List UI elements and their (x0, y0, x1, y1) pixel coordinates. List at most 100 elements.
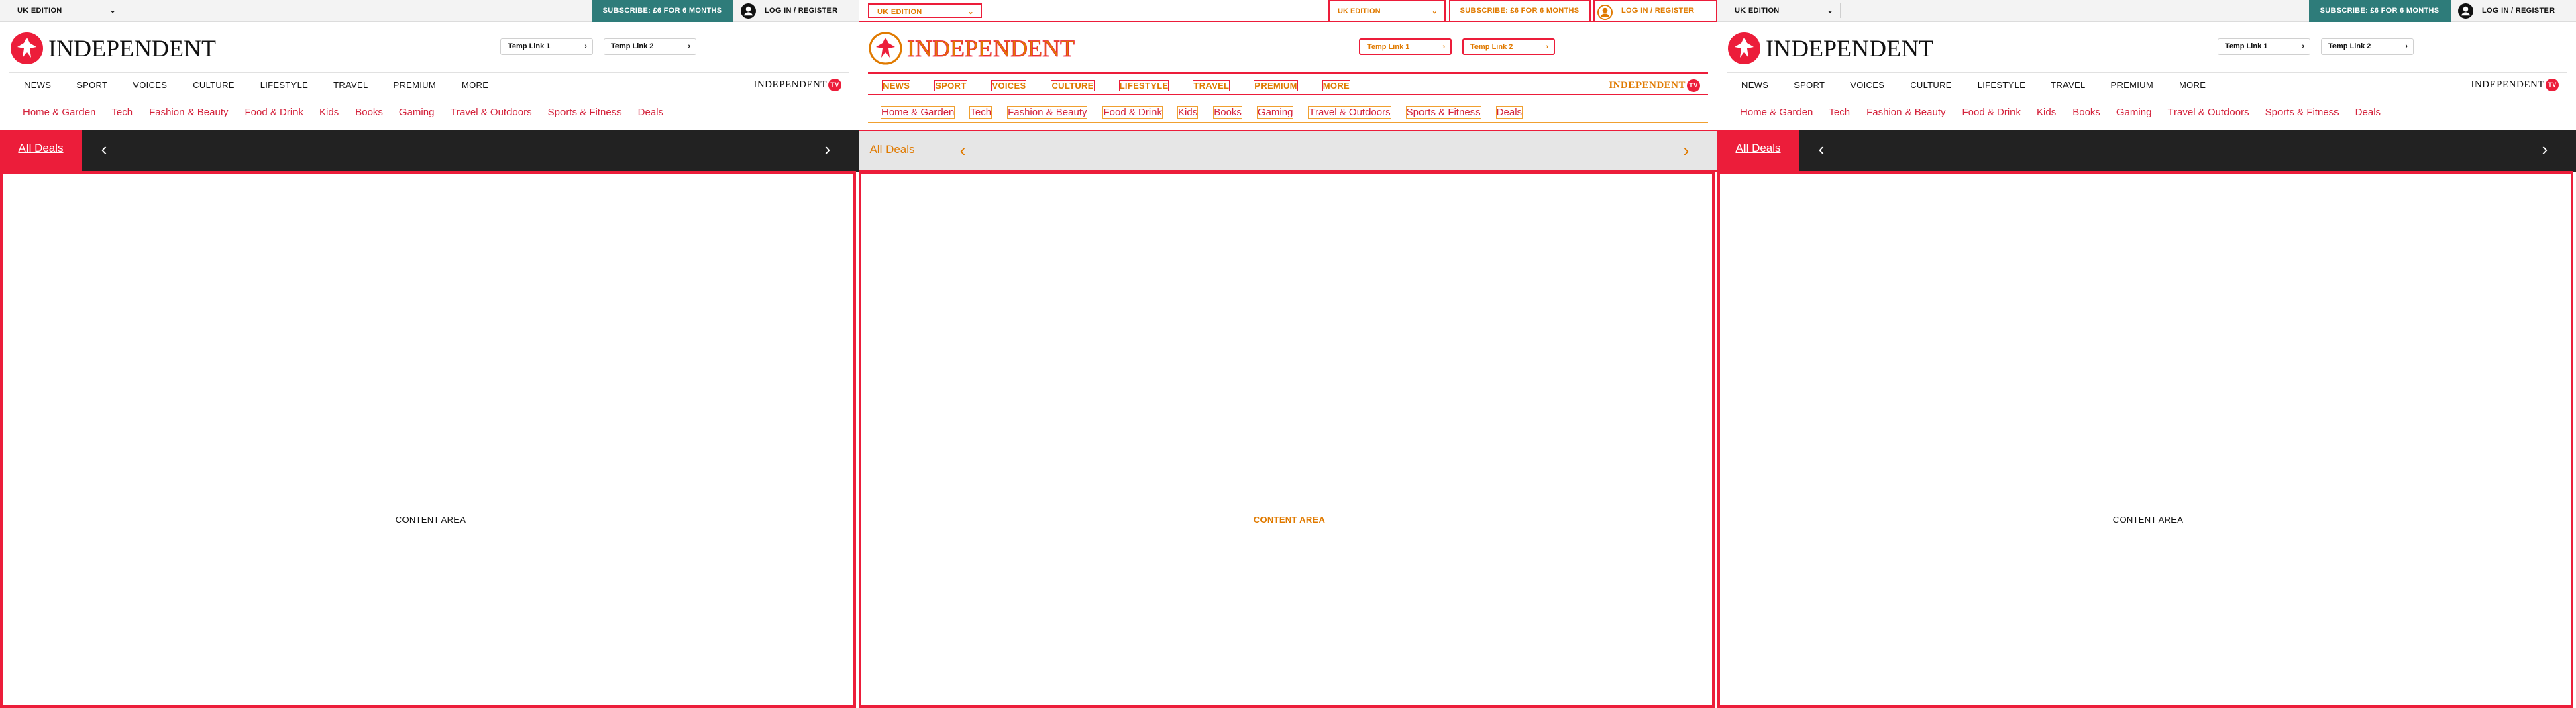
nav-item-sport[interactable]: SPORT (76, 80, 107, 90)
nav-item-travel[interactable]: TRAVEL (1193, 79, 1230, 91)
login-register-link[interactable]: LOG IN / REGISTER (1593, 0, 1717, 22)
deals-item-kids[interactable]: Kids (319, 107, 339, 118)
login-register-link[interactable]: LOG IN / REGISTER (2455, 0, 2555, 22)
nav-item-culture[interactable]: CULTURE (1051, 79, 1095, 91)
nav-item-lifestyle[interactable]: LIFESTYLE (1978, 80, 2025, 90)
temp-link-1[interactable]: Temp Link 1 › (500, 38, 593, 55)
deals-item-sports-fitness[interactable]: Sports & Fitness (2265, 107, 2339, 118)
deals-item-sports-fitness[interactable]: Sports & Fitness (1405, 105, 1481, 119)
nav-item-voices[interactable]: VOICES (133, 80, 167, 90)
independent-logo[interactable]: INDEPENDENT (868, 31, 1103, 66)
deals-item-fashion-beauty[interactable]: Fashion & Beauty (149, 107, 228, 118)
user-icon (1597, 5, 1613, 20)
deals-category-navigation: Home & Garden Tech Fashion & Beauty Food… (868, 101, 1708, 123)
nav-item-more[interactable]: MORE (462, 80, 488, 90)
all-deals-link[interactable]: All Deals (859, 131, 926, 173)
main-navigation: NEWS SPORT VOICES CULTURE LIFESTYLE TRAV… (9, 72, 849, 95)
deals-item-home-garden[interactable]: Home & Garden (880, 105, 955, 119)
nav-item-premium[interactable]: PREMIUM (394, 80, 437, 90)
chevron-right-icon[interactable]: › (2525, 130, 2565, 172)
deals-carousel-bar: All Deals ‹ › (0, 130, 859, 172)
deals-item-sports-fitness[interactable]: Sports & Fitness (548, 107, 622, 118)
edition-selector[interactable]: UK EDITION ⌄ (9, 3, 123, 18)
nav-item-culture[interactable]: CULTURE (193, 80, 235, 90)
all-deals-link[interactable]: All Deals (1717, 130, 1799, 172)
deals-item-travel-outdoors[interactable]: Travel & Outdoors (1308, 105, 1391, 119)
deals-item-fashion-beauty[interactable]: Fashion & Beauty (1007, 105, 1088, 119)
nav-item-premium[interactable]: PREMIUM (1254, 79, 1298, 91)
temp-link-2[interactable]: Temp Link 2 › (2321, 38, 2414, 55)
chevron-down-icon: ⌄ (967, 8, 974, 16)
chevron-left-icon[interactable]: ‹ (84, 130, 124, 172)
temp-link-label: Temp Link 2 (1470, 43, 1513, 51)
nav-item-more[interactable]: MORE (1322, 79, 1351, 91)
content-area: CONTENT AREA (859, 171, 1715, 708)
deals-item-gaming[interactable]: Gaming (1256, 105, 1294, 119)
tv-badge: TV (2546, 79, 2559, 91)
login-label: LOG IN / REGISTER (765, 7, 838, 15)
deals-item-food-drink[interactable]: Food & Drink (244, 107, 303, 118)
nav-item-travel[interactable]: TRAVEL (2051, 80, 2085, 90)
edition-selector-secondary[interactable]: UK EDITION ⌄ (1328, 0, 1446, 22)
nav-item-travel[interactable]: TRAVEL (333, 80, 368, 90)
chevron-left-icon[interactable]: ‹ (943, 131, 983, 173)
nav-item-lifestyle[interactable]: LIFESTYLE (260, 80, 308, 90)
subscribe-button[interactable]: SUBSCRIBE: £6 FOR 6 MONTHS (1449, 0, 1591, 22)
deals-item-books[interactable]: Books (355, 107, 383, 118)
independent-tv-logo[interactable]: INDEPENDENT TV (1609, 79, 1700, 92)
deals-item-gaming[interactable]: Gaming (2116, 107, 2152, 118)
deals-item-tech[interactable]: Tech (1829, 107, 1850, 118)
deals-item-deals[interactable]: Deals (638, 107, 663, 118)
deals-item-deals[interactable]: Deals (2355, 107, 2381, 118)
chevron-right-icon[interactable]: › (1666, 131, 1707, 173)
subscribe-button[interactable]: SUBSCRIBE: £6 FOR 6 MONTHS (592, 0, 733, 22)
login-register-link[interactable]: LOG IN / REGISTER (738, 0, 837, 22)
chevron-down-icon: ⌄ (1431, 7, 1438, 15)
deals-item-kids[interactable]: Kids (2037, 107, 2056, 118)
edition-selector[interactable]: UK EDITION ⌄ (1727, 3, 1841, 18)
deals-item-books[interactable]: Books (1213, 105, 1242, 119)
nav-item-news[interactable]: NEWS (881, 79, 911, 91)
nav-item-news[interactable]: NEWS (1741, 80, 1768, 90)
page-variant-right: UK EDITION ⌄ SUBSCRIBE: £6 FOR 6 MONTHS … (1717, 0, 2576, 708)
deals-item-tech[interactable]: Tech (111, 107, 133, 118)
temp-link-2[interactable]: Temp Link 2 › (604, 38, 696, 55)
nav-item-sport[interactable]: SPORT (934, 79, 967, 91)
deals-carousel-bar: All Deals ‹ › (859, 130, 1717, 172)
deals-item-food-drink[interactable]: Food & Drink (1102, 105, 1163, 119)
deals-item-travel-outdoors[interactable]: Travel & Outdoors (450, 107, 531, 118)
nav-item-lifestyle[interactable]: LIFESTYLE (1118, 79, 1169, 91)
deals-item-home-garden[interactable]: Home & Garden (23, 107, 95, 118)
independent-logo[interactable]: INDEPENDENT (9, 31, 244, 66)
independent-logo[interactable]: INDEPENDENT (1727, 31, 1962, 66)
temp-link-1[interactable]: Temp Link 1 › (1359, 38, 1452, 55)
nav-item-voices[interactable]: VOICES (991, 79, 1027, 91)
nav-item-culture[interactable]: CULTURE (1910, 80, 1952, 90)
temp-link-2[interactable]: Temp Link 2 › (1462, 38, 1555, 55)
deals-item-kids[interactable]: Kids (1177, 105, 1199, 119)
deals-item-deals[interactable]: Deals (1495, 105, 1523, 119)
nav-item-premium[interactable]: PREMIUM (2111, 80, 2154, 90)
deals-item-gaming[interactable]: Gaming (399, 107, 435, 118)
edition-selector[interactable]: UK EDITION ⌄ (868, 3, 982, 18)
chevron-left-icon[interactable]: ‹ (1801, 130, 1841, 172)
chevron-right-icon[interactable]: › (808, 130, 848, 172)
independent-tv-logo[interactable]: INDEPENDENT TV (753, 79, 841, 91)
all-deals-link[interactable]: All Deals (0, 130, 82, 172)
nav-item-sport[interactable]: SPORT (1794, 80, 1825, 90)
deals-item-home-garden[interactable]: Home & Garden (1740, 107, 1813, 118)
nav-item-voices[interactable]: VOICES (1850, 80, 1884, 90)
deals-item-fashion-beauty[interactable]: Fashion & Beauty (1866, 107, 1945, 118)
logo-wordmark: INDEPENDENT (907, 35, 1075, 62)
deals-item-food-drink[interactable]: Food & Drink (1962, 107, 2021, 118)
subscribe-button[interactable]: SUBSCRIBE: £6 FOR 6 MONTHS (2309, 0, 2451, 22)
deals-item-books[interactable]: Books (2072, 107, 2100, 118)
nav-item-news[interactable]: NEWS (24, 80, 51, 90)
deals-carousel-bar: All Deals ‹ › (1717, 130, 2576, 172)
deals-item-tech[interactable]: Tech (969, 105, 993, 119)
nav-item-more[interactable]: MORE (2179, 80, 2206, 90)
deals-item-travel-outdoors[interactable]: Travel & Outdoors (2167, 107, 2249, 118)
independent-tv-logo[interactable]: INDEPENDENT TV (2471, 79, 2559, 91)
temp-link-1[interactable]: Temp Link 1 › (2218, 38, 2310, 55)
edition-label: UK EDITION (1338, 7, 1381, 15)
